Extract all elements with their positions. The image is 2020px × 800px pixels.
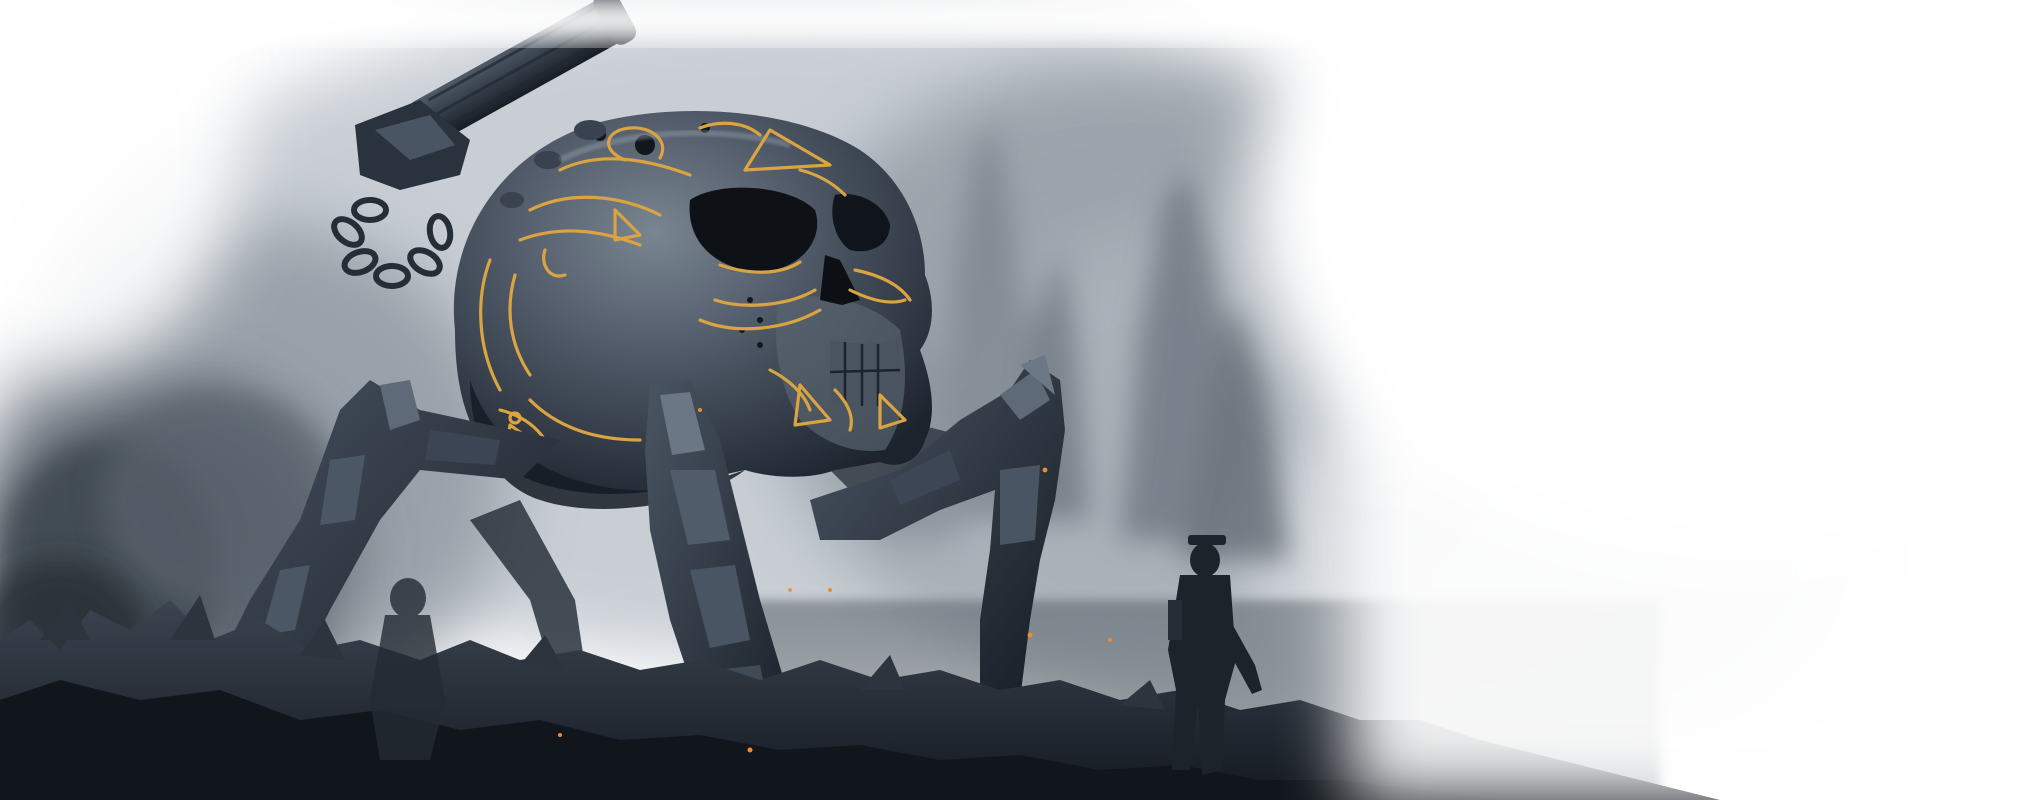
artwork [0, 0, 2020, 800]
artwork-canvas [0, 0, 2020, 800]
